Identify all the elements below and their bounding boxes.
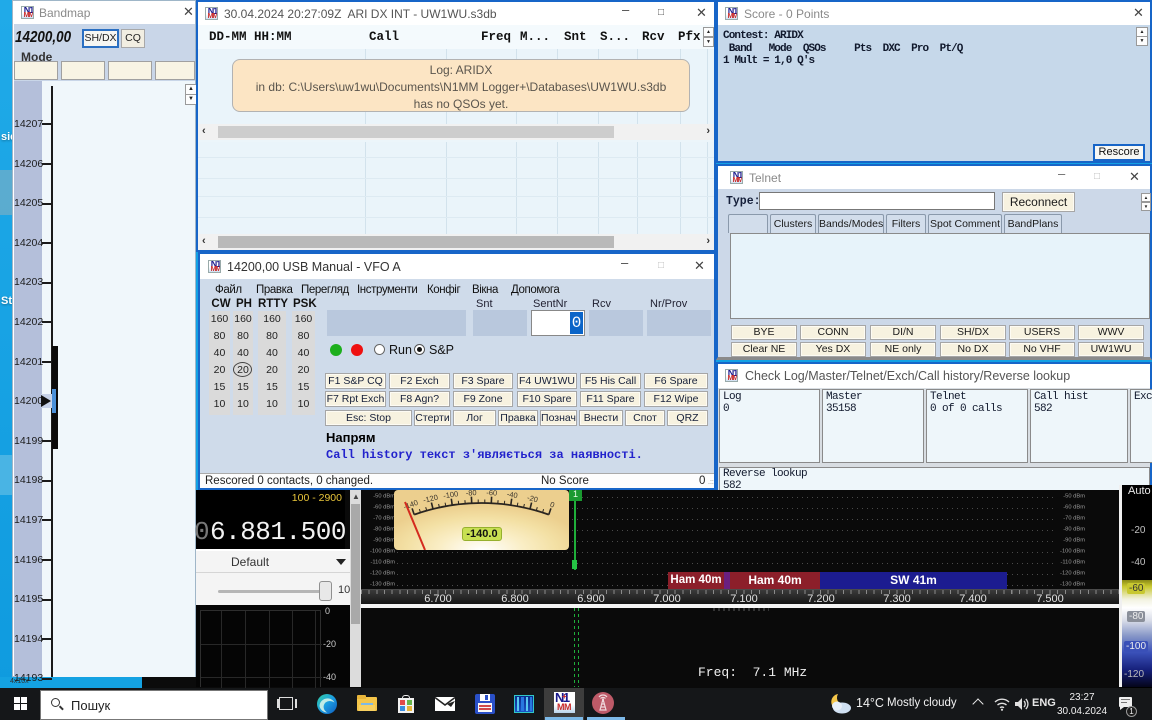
svg-text:-120: -120 (422, 493, 439, 505)
svg-text:-40: -40 (506, 490, 518, 500)
svg-text:0: 0 (549, 500, 556, 510)
svg-text:-60: -60 (486, 490, 497, 498)
svg-text:-20: -20 (526, 493, 539, 504)
svg-text:-100: -100 (443, 490, 459, 500)
svg-text:-140: -140 (402, 498, 419, 511)
svg-text:-80: -80 (466, 490, 477, 498)
